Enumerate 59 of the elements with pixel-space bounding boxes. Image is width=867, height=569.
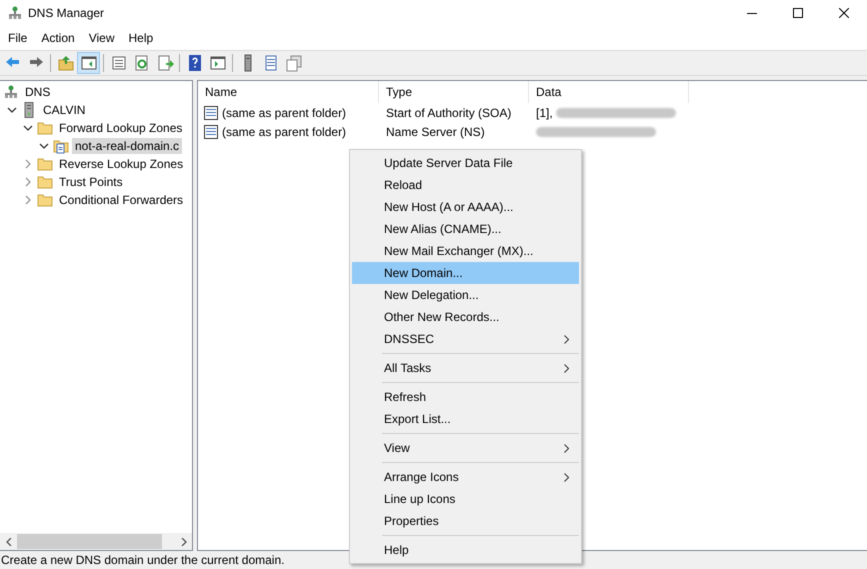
record-icon <box>203 124 219 140</box>
scrollbar-thumb[interactable] <box>17 534 162 549</box>
tree-item[interactable]: Reverse Lookup Zones <box>56 156 186 172</box>
table-cell: Name Server (NS) <box>386 124 485 138</box>
column-header[interactable]: Type <box>379 81 529 103</box>
tree-item[interactable]: Conditional Forwarders <box>56 192 186 208</box>
menu-item[interactable]: Arrange Icons <box>352 466 579 488</box>
menu-item[interactable]: View <box>82 29 122 47</box>
maximize-icon <box>793 8 803 18</box>
folder-icon <box>37 193 53 207</box>
folder-icon <box>37 175 53 189</box>
column-header[interactable]: Name <box>198 81 379 103</box>
menu-item[interactable]: Properties <box>352 510 579 532</box>
column-header[interactable]: Data <box>529 81 689 103</box>
menu-item[interactable]: DNSSEC <box>352 328 579 350</box>
properties-icon <box>110 54 128 72</box>
menu-item[interactable]: Reload <box>352 174 579 196</box>
folder-up-icon <box>56 54 74 72</box>
folder-icon <box>37 157 53 171</box>
record-icon <box>203 104 219 120</box>
menu-item[interactable]: Update Server Data File <box>352 152 579 174</box>
menu-item[interactable]: Export List... <box>352 408 579 430</box>
tree-item[interactable]: DNS <box>22 84 54 100</box>
menu-item[interactable]: View <box>352 437 579 459</box>
menu-item[interactable]: New Delegation... <box>352 284 579 306</box>
server-icon <box>23 102 35 118</box>
menu-item[interactable]: Refresh <box>352 386 579 408</box>
menu-item[interactable]: File <box>1 29 34 47</box>
menu-item[interactable]: New Alias (CNAME)... <box>352 218 579 240</box>
menu-item[interactable]: Action <box>34 29 82 47</box>
app-icon <box>8 6 22 20</box>
menu-item[interactable]: New Domain... <box>352 262 579 284</box>
tree-item[interactable]: CALVIN <box>40 102 88 118</box>
menu-item[interactable]: Help <box>122 29 160 47</box>
menu-item[interactable]: New Mail Exchanger (MX)... <box>352 240 579 262</box>
table-cell: [1], <box>536 106 553 120</box>
copies-icon <box>284 54 302 72</box>
table-cell: (same as parent folder) <box>222 106 346 120</box>
table-cell: Start of Authority (SOA) <box>386 106 512 120</box>
menu-item[interactable]: Line up Icons <box>352 488 579 510</box>
export-icon <box>156 54 174 72</box>
action-pane-icon <box>208 54 226 72</box>
menu-item[interactable]: Help <box>352 539 579 561</box>
zone-icon <box>53 138 69 154</box>
table-cell: (same as parent folder) <box>222 124 346 138</box>
close-icon <box>839 8 849 18</box>
tree-item[interactable]: not-a-real-domain.c <box>72 138 182 154</box>
menu-item[interactable]: All Tasks <box>352 357 579 379</box>
toolbar-button[interactable] <box>77 52 100 74</box>
folder-icon <box>37 121 53 135</box>
menu-item[interactable]: Other New Records... <box>352 306 579 328</box>
window-title: DNS Manager <box>28 6 104 20</box>
pane-toggle-icon <box>80 54 98 72</box>
tree-item[interactable]: Trust Points <box>56 174 126 190</box>
status-text: Create a new DNS domain under the current domain. <box>1 553 284 567</box>
network-icon <box>4 85 18 99</box>
refresh-icon <box>132 54 150 72</box>
tree-item[interactable]: Forward Lookup Zones <box>56 120 186 136</box>
menu-item[interactable]: New Host (A or AAAA)... <box>352 196 579 218</box>
